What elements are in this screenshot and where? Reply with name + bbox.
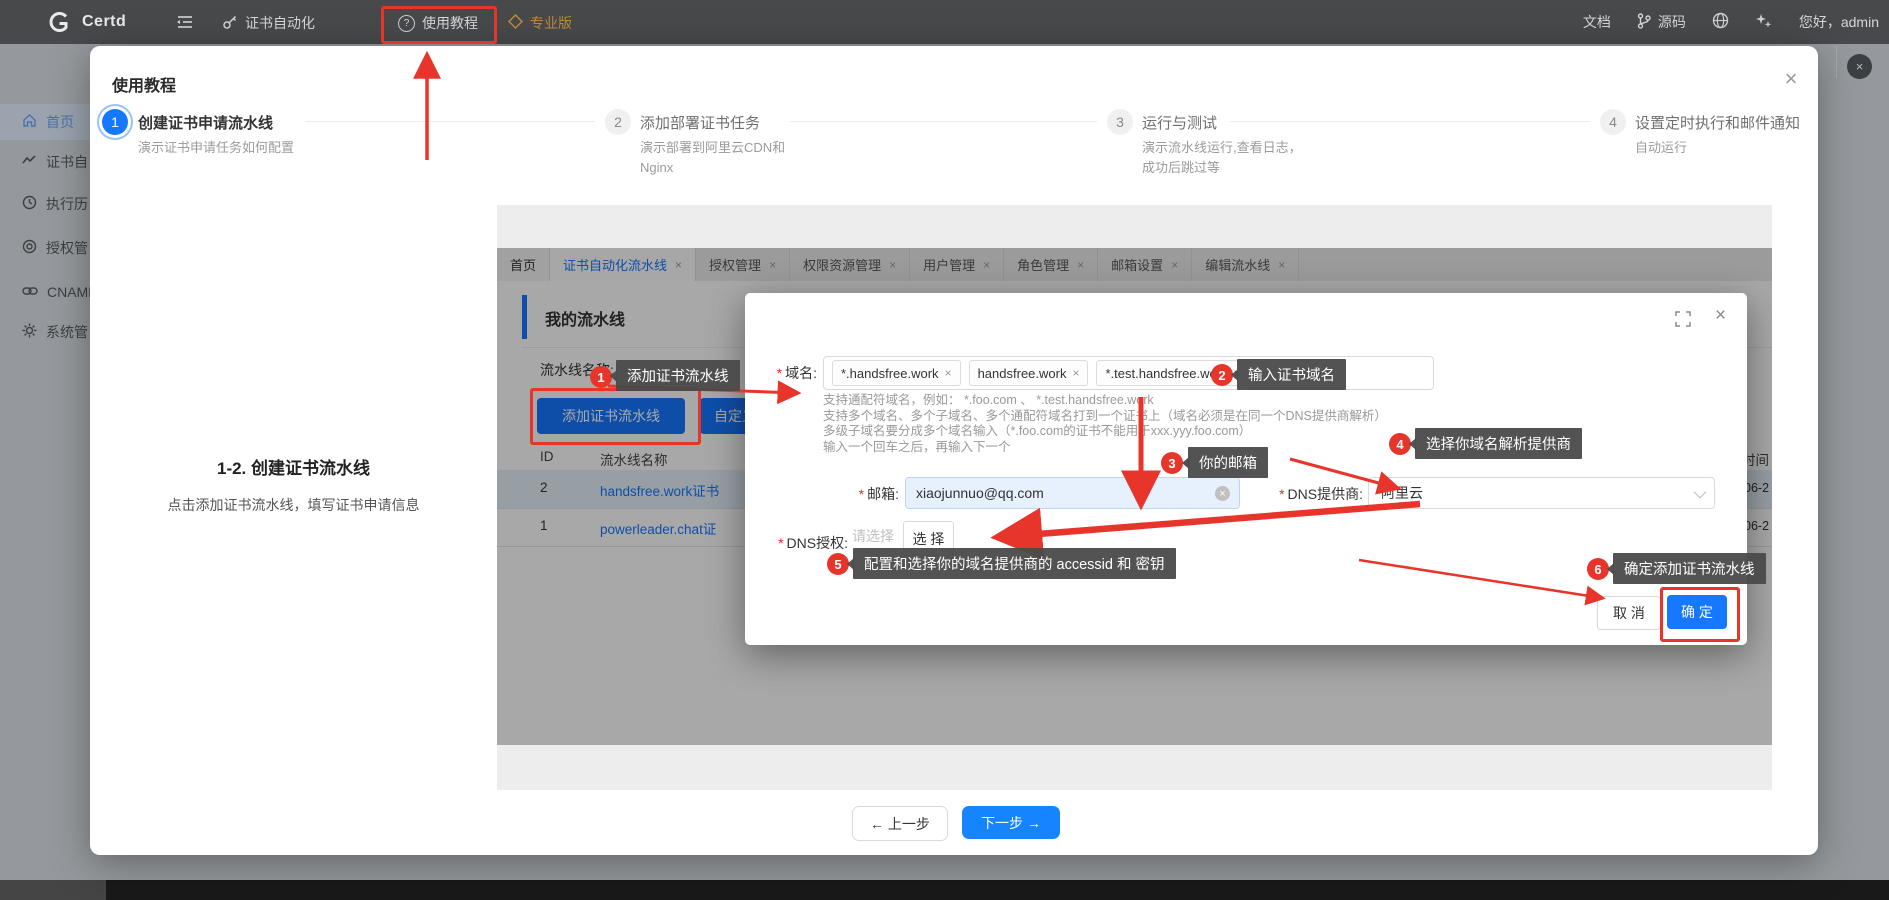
certd-logo-icon <box>46 9 72 38</box>
dns-provider-label: *DNS提供商: <box>1245 484 1363 504</box>
step-2-title: 添加部署证书任务 <box>640 112 760 133</box>
sidebar-item-label: 系统管 <box>46 322 88 342</box>
diamond-icon <box>508 14 523 32</box>
step-3-desc: 演示流水线运行,查看日志，成功后跳过等 <box>1142 138 1307 177</box>
target-icon <box>22 239 37 257</box>
taskbar-segment <box>0 880 106 900</box>
annotation-badge-1: 1 <box>590 366 612 388</box>
annotation-badge-2: 2 <box>1211 364 1233 386</box>
chevron-down-icon <box>1694 486 1707 499</box>
annotation-badge-4: 4 <box>1389 433 1411 455</box>
annotation-badge-5: 5 <box>827 553 849 575</box>
globe-icon[interactable] <box>1712 12 1729 32</box>
sidebar-item-cert[interactable]: 证书自 <box>0 144 90 180</box>
clear-icon[interactable] <box>1215 486 1230 501</box>
sidebar-item-label: 首页 <box>46 112 74 132</box>
annotation-badge-3: 3 <box>1161 452 1183 474</box>
tutorial-title: 使用教程 <box>112 72 176 96</box>
nav-source-label: 源码 <box>1658 12 1686 32</box>
domain-label: *域名: <box>745 363 817 383</box>
add-button-highlight-box <box>530 388 701 445</box>
sidebar-item-label: 证书自 <box>46 152 88 172</box>
sparkles-icon[interactable] <box>1755 12 1773 33</box>
sidebar-item-cname[interactable]: CNAME <box>0 274 90 310</box>
demo-header-strip <box>497 205 1772 248</box>
nav-cert-automation-label: 证书自动化 <box>245 13 315 33</box>
step-4-circle: 4 <box>1600 109 1626 135</box>
home-icon <box>22 113 37 131</box>
step-3-circle: 3 <box>1107 109 1133 135</box>
user-greeting[interactable]: 您好，admin <box>1799 12 1879 32</box>
annotation-tip-1: 添加证书流水线 <box>616 360 740 391</box>
close-icon[interactable]: × <box>945 366 952 380</box>
sidebar-item-system[interactable]: 系统管 <box>0 314 90 350</box>
annotation-tip-5: 配置和选择你的域名提供商的 accessid 和 密钥 <box>853 548 1176 579</box>
nav-pro[interactable]: 专业版 <box>508 13 572 33</box>
caption-title: 1-2. 创建证书流水线 <box>90 454 497 479</box>
sidebar-item-label: 授权管 <box>46 238 88 258</box>
sidebar: 首页 证书自 执行历 授权管 CNAME 系统管 <box>0 44 90 880</box>
prev-step-button[interactable]: ← 上一步 <box>852 806 948 841</box>
sidebar-item-home[interactable]: 首页 <box>0 104 90 140</box>
sidebar-item-history[interactable]: 执行历 <box>0 186 90 222</box>
next-step-button[interactable]: 下一步 → <box>962 806 1060 839</box>
annotation-tip-3: 你的邮箱 <box>1188 447 1268 478</box>
step-1-circle: 1 <box>102 109 128 135</box>
caption-desc: 点击添加证书流水线，填写证书申请信息 <box>90 495 497 515</box>
email-field[interactable]: xiaojunnuo@qq.com <box>905 477 1240 509</box>
dns-auth-label: *DNS授权: <box>745 533 848 553</box>
git-branch-icon <box>1637 13 1651 32</box>
close-icon[interactable]: × <box>1072 366 1079 380</box>
nav-source[interactable]: 源码 <box>1637 12 1686 32</box>
cancel-button[interactable]: 取 消 <box>1597 596 1661 630</box>
domain-tag: handsfree.work× <box>969 360 1089 386</box>
sidebar-item-label: 执行历 <box>46 194 88 214</box>
annotation-tip-4: 选择你域名解析提供商 <box>1415 428 1582 459</box>
line-chart-icon <box>22 153 37 171</box>
fullscreen-icon[interactable] <box>1675 311 1691 327</box>
nav-pro-label: 专业版 <box>530 13 572 33</box>
dns-auth-placeholder: 请选择 <box>852 526 894 546</box>
annotation-tip-2: 输入证书域名 <box>1237 359 1346 390</box>
brand-name: Certd <box>82 13 126 31</box>
sidebar-item-auth[interactable]: 授权管 <box>0 230 90 266</box>
step-3-title: 运行与测试 <box>1142 112 1217 133</box>
step-1-desc: 演示证书申请任务如何配置 <box>138 138 303 158</box>
close-all-tabs-icon[interactable] <box>1847 54 1872 79</box>
right-backdrop <box>1818 44 1889 880</box>
step-connector <box>305 121 595 122</box>
top-navbar: Certd 证书自动化 使用教程 专业版 文档 源码 您好，admin <box>0 0 1889 44</box>
dns-provider-select[interactable]: 阿里云 <box>1368 477 1715 509</box>
menu-fold-icon[interactable] <box>176 14 194 33</box>
tutorial-highlight-box <box>381 6 497 44</box>
close-icon[interactable] <box>1776 64 1806 94</box>
step-4-desc: 自动运行 <box>1635 138 1800 158</box>
annotation-badge-6: 6 <box>1587 558 1609 580</box>
clock-icon <box>22 195 37 213</box>
close-icon[interactable] <box>1715 305 1726 327</box>
link-icon <box>22 284 38 300</box>
demo-footer-strip <box>497 745 1772 790</box>
annotation-tip-6: 确定添加证书流水线 <box>1613 553 1766 584</box>
key-icon <box>222 14 238 33</box>
domain-help-text: 支持通配符域名，例如： *.foo.com 、 *.test.handsfree… <box>823 393 1387 455</box>
nav-docs[interactable]: 文档 <box>1583 12 1611 32</box>
gear-icon <box>22 323 37 341</box>
confirm-highlight-box <box>1660 587 1740 642</box>
email-label: *邮箱: <box>833 484 899 504</box>
demo-screenshot: 首页 证书自动化流水线× 授权管理× 权限资源管理× 用户管理× 角色管理× 邮… <box>497 205 1772 790</box>
step-caption: 1-2. 创建证书流水线 点击添加证书流水线，填写证书申请信息 <box>90 454 497 515</box>
nav-cert-automation[interactable]: 证书自动化 <box>222 13 315 33</box>
sidebar-item-label: CNAME <box>47 284 90 300</box>
step-connector <box>790 121 1097 122</box>
taskbar <box>0 880 1889 900</box>
step-2-circle: 2 <box>605 109 631 135</box>
step-1-title: 创建证书申请流水线 <box>138 112 273 133</box>
tabbar-divider <box>1836 46 1837 78</box>
step-4-title: 设置定时执行和邮件通知 <box>1635 112 1800 133</box>
domain-tag: *.handsfree.work× <box>832 360 961 386</box>
step-2-desc: 演示部署到阿里云CDN和Nginx <box>640 138 805 177</box>
step-connector <box>1230 121 1590 122</box>
